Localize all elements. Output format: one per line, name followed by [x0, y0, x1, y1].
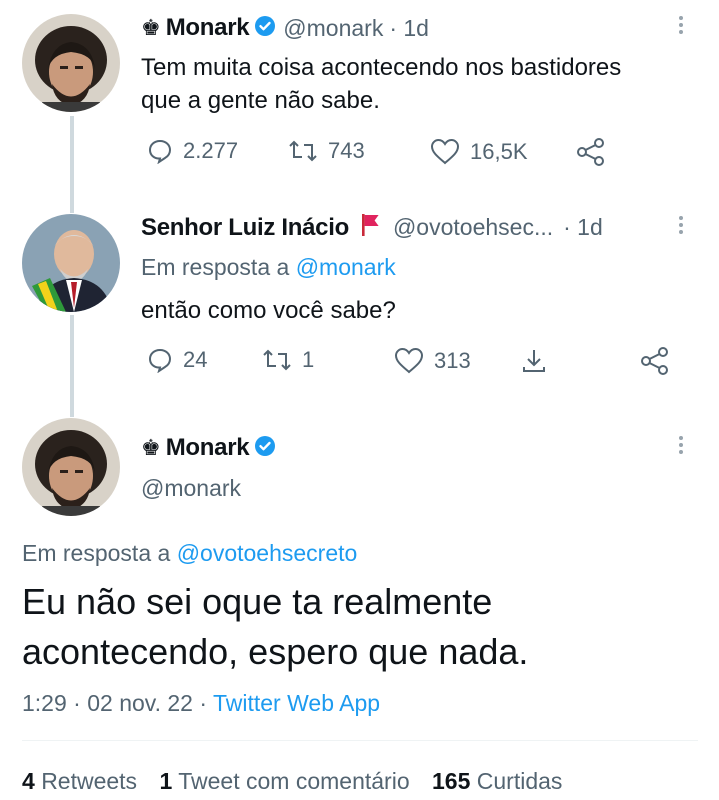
- tweet2-handle[interactable]: @ovotoehsec...: [393, 214, 553, 241]
- tweet1-text-line1: Tem muita coisa acontecendo nos bastidor…: [141, 54, 622, 81]
- more-options-icon[interactable]: [678, 213, 684, 237]
- reply-to-link[interactable]: @ovotoehsecreto: [177, 540, 358, 566]
- tweet1-text: Tem muita coisa acontecendo nos bastidor…: [141, 51, 621, 117]
- quotes-stat[interactable]: 1 Tweet com comentário: [159, 768, 416, 794]
- reply-count: 24: [183, 347, 208, 372]
- heart-icon: [430, 138, 460, 165]
- reply-icon: [148, 348, 172, 373]
- main-text-line2: acontecendo, espero que nada.: [22, 631, 529, 672]
- quotes-label: Tweet com comentário: [178, 768, 410, 794]
- thread-line: [70, 315, 74, 417]
- more-options-icon[interactable]: [678, 433, 684, 457]
- retweets-stat[interactable]: 4 Retweets: [22, 768, 143, 794]
- likes-count: 165: [432, 768, 471, 794]
- retweet-button[interactable]: 1: [262, 347, 314, 373]
- retweet-icon: [289, 140, 317, 162]
- like-button[interactable]: 16,5K: [430, 138, 528, 165]
- tweet1-name[interactable]: Monark: [166, 14, 250, 42]
- chess-king-icon: ♚: [141, 15, 161, 40]
- share-icon: [641, 347, 668, 375]
- download-icon: [523, 350, 545, 372]
- reply-to-link[interactable]: @monark: [296, 254, 396, 280]
- tweet1-header: ♚ Monark @monark · 1d: [141, 14, 429, 42]
- verified-badge-icon: [255, 435, 276, 461]
- avatar-senhor-luiz-inacio[interactable]: [22, 214, 120, 312]
- main-handle[interactable]: @monark: [141, 475, 241, 502]
- tweet2-text: então como você sabe?: [141, 297, 396, 324]
- like-count: 16,5K: [470, 138, 528, 164]
- likes-label: Curtidas: [476, 768, 563, 794]
- retweets-label: Retweets: [41, 768, 138, 794]
- thread-line: [70, 116, 74, 213]
- like-count: 313: [434, 347, 471, 373]
- download-button[interactable]: [520, 347, 548, 375]
- reply-button[interactable]: 24: [147, 347, 207, 373]
- tweet-date[interactable]: 02 nov. 22: [87, 690, 193, 716]
- retweet-count: 1: [302, 347, 315, 372]
- avatar-monark[interactable]: [22, 14, 120, 112]
- main-text-line1: Eu não sei oque ta realmente: [22, 581, 493, 622]
- meta-separator: ·: [73, 690, 81, 716]
- reply-icon: [148, 139, 172, 164]
- tweet-source[interactable]: Twitter Web App: [213, 690, 380, 716]
- avatar-monark[interactable]: [22, 418, 120, 516]
- tweet2-reply-context: Em resposta a @monark: [141, 254, 396, 281]
- meta-separator: ·: [199, 690, 207, 716]
- share-button[interactable]: [576, 138, 606, 166]
- like-button[interactable]: 313: [394, 347, 471, 374]
- main-meta: 1:29 · 02 nov. 22 · Twitter Web App: [22, 690, 380, 717]
- main-name[interactable]: Monark: [166, 434, 250, 462]
- tweet2-header: Senhor Luiz Inácio @ovotoehsec... · 1d: [141, 213, 603, 242]
- tweet1-handle[interactable]: @monark: [283, 15, 383, 42]
- retweet-count: 743: [328, 138, 365, 163]
- retweets-count: 4: [22, 768, 35, 794]
- heart-icon: [394, 347, 424, 374]
- share-button[interactable]: [640, 347, 670, 375]
- tweet1-text-line2: que a gente não sabe.: [141, 87, 380, 114]
- tweet2-time[interactable]: · 1d: [563, 214, 603, 241]
- share-icon: [577, 138, 604, 166]
- reply-prefix: Em resposta a: [22, 540, 171, 566]
- verified-badge-icon: [255, 15, 276, 41]
- engagement-stats: 4 Retweets 1 Tweet com comentário 165 Cu…: [22, 768, 562, 795]
- tweet1-time[interactable]: · 1d: [389, 15, 429, 42]
- reply-button[interactable]: 2.277: [147, 138, 238, 164]
- likes-stat[interactable]: 165 Curtidas: [432, 768, 562, 794]
- reply-prefix: Em resposta a: [141, 254, 290, 280]
- main-reply-context: Em resposta a @ovotoehsecreto: [22, 540, 357, 567]
- chess-king-icon: ♚: [141, 435, 161, 460]
- reply-count: 2.277: [183, 138, 239, 163]
- red-flag-icon: [361, 213, 381, 242]
- retweet-icon: [263, 349, 291, 371]
- main-header: ♚ Monark: [141, 434, 276, 462]
- retweet-button[interactable]: 743: [288, 138, 365, 164]
- tweet-time[interactable]: 1:29: [22, 690, 67, 716]
- more-options-icon[interactable]: [678, 13, 684, 37]
- divider: [22, 740, 698, 741]
- quotes-count: 1: [159, 768, 173, 794]
- main-text: Eu não sei oque ta realmente acontecendo…: [22, 577, 528, 677]
- tweet2-name[interactable]: Senhor Luiz Inácio: [141, 214, 349, 242]
